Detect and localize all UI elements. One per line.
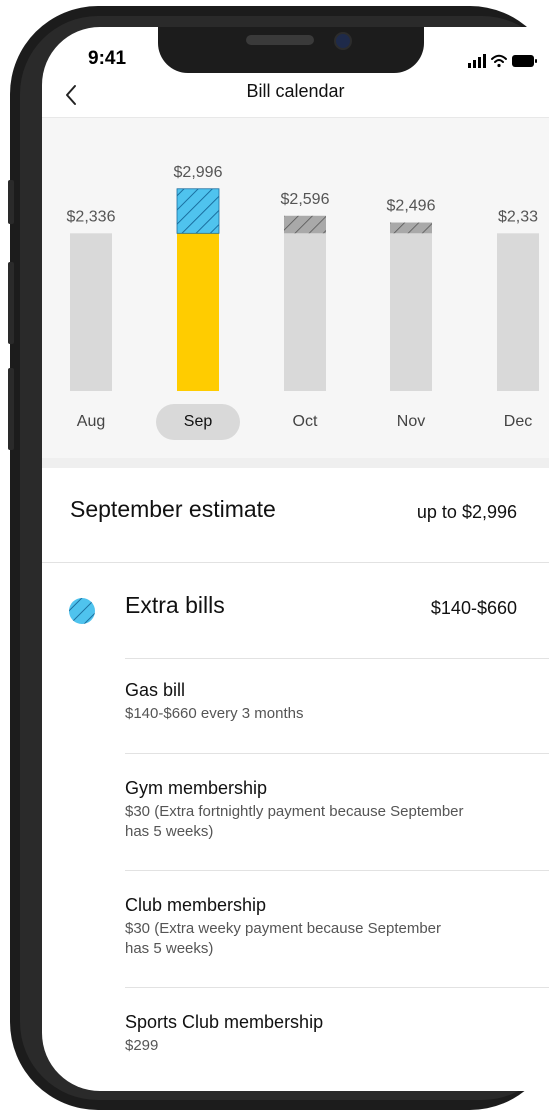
bar-nov-extra[interactable] bbox=[390, 222, 432, 234]
month-tab-dec[interactable]: Dec bbox=[476, 404, 549, 440]
month-tab-nov[interactable]: Nov bbox=[369, 404, 453, 440]
bill-name: Club membership bbox=[125, 895, 267, 915]
month-tab-aug[interactable]: Aug bbox=[49, 404, 133, 440]
extra-bills-label: Extra bills bbox=[125, 592, 225, 618]
bar-chart-svg: $2,336 $2,996 $2,596 $2,496 $2,33 bbox=[67, 164, 539, 391]
bar-sep-extra[interactable] bbox=[176, 188, 220, 234]
bar-sep-base[interactable] bbox=[177, 233, 219, 391]
divider bbox=[125, 753, 549, 754]
front-camera bbox=[334, 32, 352, 50]
status-icons bbox=[468, 54, 537, 68]
estimate-row: September estimate up to $2,996 bbox=[42, 468, 549, 562]
mute-switch bbox=[8, 180, 14, 224]
bill-name: Gas bill bbox=[125, 680, 186, 700]
bar-oct-extra[interactable] bbox=[284, 215, 326, 234]
battery-icon bbox=[512, 55, 537, 67]
section-spacer bbox=[42, 458, 549, 468]
bar-dec-base[interactable] bbox=[497, 233, 539, 391]
bill-description: $299 bbox=[125, 1037, 159, 1054]
blue-hatched-dot-icon bbox=[69, 598, 95, 624]
estimate-label: September estimate bbox=[70, 496, 276, 522]
bar-nov-base[interactable] bbox=[390, 233, 432, 391]
bar-aug-base[interactable] bbox=[70, 233, 112, 391]
month-tab-oct[interactable]: Oct bbox=[263, 404, 347, 440]
bar-value-label-nov: $2,496 bbox=[387, 198, 436, 215]
notch bbox=[158, 27, 424, 73]
page-title: Bill calendar bbox=[246, 81, 345, 101]
extra-bills-value: $140-$660 bbox=[430, 598, 517, 618]
list-item-gym-membership[interactable]: Gym membership $30 (Extra fortnightly pa… bbox=[125, 777, 465, 842]
list-item-club-membership[interactable]: Club membership $30 (Extra weeky payment… bbox=[125, 894, 445, 959]
bar-value-label-aug: $2,336 bbox=[67, 208, 116, 225]
divider bbox=[125, 658, 549, 659]
signal-icon bbox=[468, 54, 486, 68]
bar-value-label-sep: $2,996 bbox=[174, 164, 223, 181]
month-tab-sep[interactable]: Sep bbox=[156, 404, 240, 440]
status-time: 9:41 bbox=[88, 48, 127, 69]
bar-value-label-dec: $2,33 bbox=[498, 208, 538, 225]
divider bbox=[125, 870, 549, 871]
bill-name: Gym membership bbox=[125, 778, 268, 798]
estimate-value: up to $2,996 bbox=[416, 502, 517, 522]
volume-up-button bbox=[8, 262, 14, 344]
nav-bar: Bill calendar bbox=[42, 73, 549, 117]
list-item-gas-bill[interactable]: Gas bill $140-$660 every 3 months bbox=[125, 679, 545, 724]
divider bbox=[125, 987, 549, 988]
wifi-icon bbox=[491, 54, 507, 68]
bill-description: $30 (Extra fortnightly payment because S… bbox=[125, 803, 464, 840]
bill-name: Sports Club membership bbox=[125, 1012, 324, 1032]
bill-description: $30 (Extra weeky payment because Septemb… bbox=[125, 920, 442, 957]
speaker-grille bbox=[246, 35, 314, 45]
bill-chart: $2,336 $2,996 $2,596 $2,496 $2,33 Aug Sep Oct N… bbox=[42, 118, 549, 458]
app-screen: 9:41 Bill calendar $2,336 $2,996 $2,596 … bbox=[42, 27, 549, 1091]
volume-down-button bbox=[8, 368, 14, 450]
extra-bills-row[interactable]: Extra bills $140-$660 bbox=[42, 563, 549, 658]
bill-description: $140-$660 every 3 months bbox=[125, 705, 304, 722]
bar-value-label-oct: $2,596 bbox=[281, 191, 330, 208]
bar-oct-base[interactable] bbox=[284, 233, 326, 391]
list-item-sports-club-membership[interactable]: Sports Club membership $299 bbox=[125, 1011, 545, 1056]
